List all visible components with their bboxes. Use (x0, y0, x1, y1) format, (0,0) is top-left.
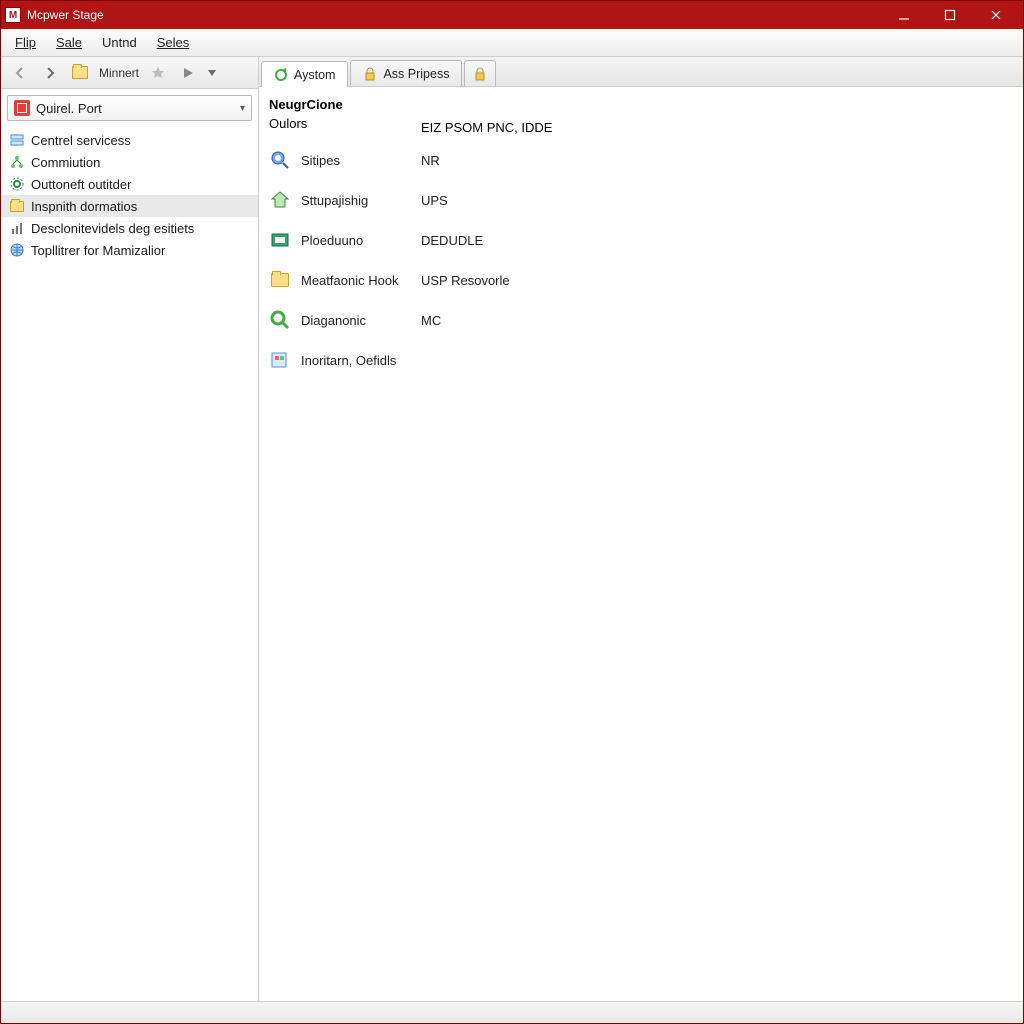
prop-label: Ploeduuno (301, 233, 421, 248)
address-label: Minnert (99, 66, 139, 80)
nav-toolbar: Minnert (1, 57, 259, 89)
prop-label: Sitipes (301, 153, 421, 168)
app-window: M Mcpwer Stage Flip Sale Untnd Seles (0, 0, 1024, 1024)
folder-icon (72, 66, 88, 79)
folder-icon (269, 269, 291, 291)
tree-item-label: Topllitrer for Mamizalior (31, 243, 165, 258)
tab-label: Aystom (294, 68, 335, 82)
menu-untnd[interactable]: Untnd (92, 31, 147, 54)
prop-value: MC (421, 313, 441, 328)
tab-bar: Aystom Ass Pripess (259, 57, 1023, 87)
tree-item-commiution[interactable]: Commiution (1, 151, 258, 173)
arrow-left-icon (13, 66, 27, 80)
tree-item-label: Commiution (31, 155, 100, 170)
diagnostic-icon (269, 309, 291, 331)
prop-value: NR (421, 153, 440, 168)
scope-icon (14, 100, 30, 116)
tree-item-label: Outtoneft outitder (31, 177, 131, 192)
prop-label: Meatfaonic Hook (301, 273, 421, 288)
module-icon (269, 229, 291, 251)
sidebar: Quirel. Port ▾ Centrel servicess Commiut… (1, 89, 259, 1001)
app-icon: M (5, 7, 21, 23)
network-icon (9, 154, 25, 170)
tree-item-desclonit[interactable]: Desclonitevidels deg esitiets (1, 217, 258, 239)
prop-label: Inoritarn, Oefidls (301, 353, 396, 368)
tab-extra[interactable] (464, 60, 496, 86)
window-controls (881, 1, 1019, 29)
options-icon (269, 349, 291, 371)
tree-item-label: Desclonitevidels deg esitiets (31, 221, 194, 236)
prop-value: UPS (421, 193, 448, 208)
minimize-button[interactable] (881, 1, 927, 29)
page-subheading: Oulors (269, 116, 421, 139)
prop-row: Inoritarn, Oefidls (269, 340, 1013, 380)
tab-aystom[interactable]: Aystom (261, 61, 348, 87)
tree-item-label: Inspnith dormatios (31, 199, 137, 214)
prop-label: Diaganonic (301, 313, 421, 328)
maximize-icon (944, 9, 956, 21)
tree-item-inspnith[interactable]: Inspnith dormatios (1, 195, 258, 217)
tree-item-outtoneft[interactable]: Outtoneft outitder (1, 173, 258, 195)
menubar: Flip Sale Untnd Seles (1, 29, 1023, 57)
play-button[interactable] (175, 60, 201, 86)
prop-row: Meatfaonic Hook USP Resovorle (269, 260, 1013, 300)
gear-icon (9, 176, 25, 192)
prop-row: Sitipes NR (269, 140, 1013, 180)
menu-seles[interactable]: Seles (147, 31, 200, 54)
body: Quirel. Port ▾ Centrel servicess Commiut… (1, 89, 1023, 1001)
titlebar: M Mcpwer Stage (1, 1, 1023, 29)
window-title: Mcpwer Stage (27, 8, 881, 22)
nav-folder-button[interactable] (67, 60, 93, 86)
magnifier-icon (269, 149, 291, 171)
tree-item-topllitrer[interactable]: Topllitrer for Mamizalior (1, 239, 258, 261)
prop-row: Ploeduuno DEDUDLE (269, 220, 1013, 260)
globe-icon (9, 242, 25, 258)
maximize-button[interactable] (927, 1, 973, 29)
prop-row: Sttupajishig UPS (269, 180, 1013, 220)
statusbar (1, 1001, 1023, 1023)
minimize-icon (898, 9, 910, 21)
prop-label: Sttupajishig (301, 193, 421, 208)
prop-row: Diaganonic MC (269, 300, 1013, 340)
scope-combo[interactable]: Quirel. Port ▾ (7, 95, 252, 121)
scope-label: Quirel. Port (36, 101, 240, 116)
chart-icon (9, 220, 25, 236)
prop-value: USP Resovorle (421, 273, 510, 288)
play-icon (182, 67, 194, 79)
prop-value: DEDUDLE (421, 233, 483, 248)
lock-icon (473, 67, 487, 81)
close-icon (990, 9, 1002, 21)
chevron-down-icon: ▾ (240, 103, 245, 114)
tree-item-central-services[interactable]: Centrel servicess (1, 129, 258, 151)
lock-icon (363, 67, 377, 81)
favorite-button[interactable] (145, 60, 171, 86)
chevron-down-icon (208, 70, 216, 76)
star-icon (151, 66, 165, 80)
menu-flip[interactable]: Flip (5, 31, 46, 54)
arrow-right-icon (43, 66, 57, 80)
nav-forward-button[interactable] (37, 60, 63, 86)
properties-page: NeugrCione Oulors EIZ PSOM PNC, IDDE Sit… (259, 89, 1023, 1001)
tab-ass-pripess[interactable]: Ass Pripess (350, 60, 462, 86)
play-dropdown[interactable] (205, 60, 219, 86)
close-button[interactable] (973, 1, 1019, 29)
house-icon (269, 189, 291, 211)
content-pane: NeugrCione Oulors EIZ PSOM PNC, IDDE Sit… (259, 89, 1023, 1001)
menu-sale[interactable]: Sale (46, 31, 92, 54)
server-icon (9, 132, 25, 148)
nav-tree: Centrel servicess Commiution Outtoneft o… (1, 127, 258, 263)
nav-back-button[interactable] (7, 60, 33, 86)
page-subheading-value: EIZ PSOM PNC, IDDE (421, 120, 552, 135)
folder-icon (9, 198, 25, 214)
tree-item-label: Centrel servicess (31, 133, 131, 148)
refresh-icon (274, 68, 288, 82)
page-heading: NeugrCione (269, 95, 1013, 114)
tab-label: Ass Pripess (383, 67, 449, 81)
